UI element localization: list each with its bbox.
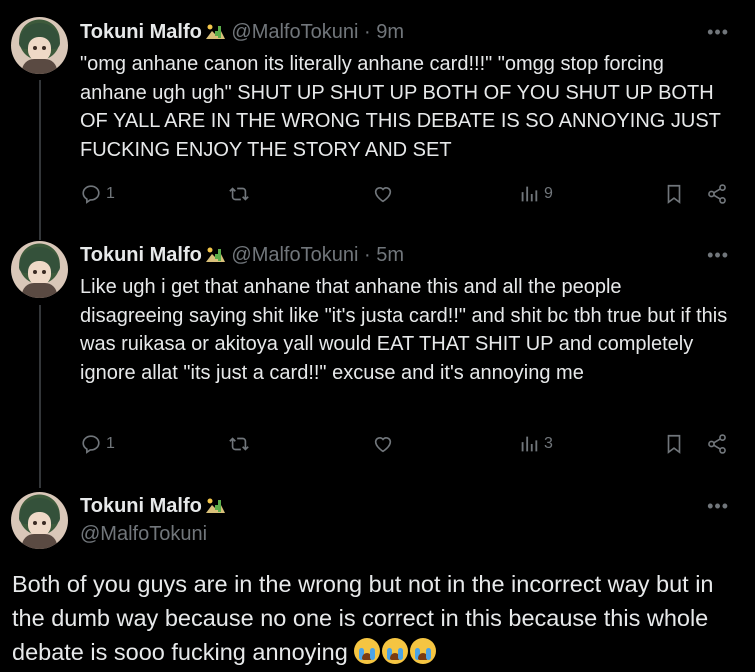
like-button[interactable] [372,183,394,205]
loudly-crying-face-icon [354,638,381,664]
bookmark-icon [667,434,681,454]
heart-icon [374,187,392,203]
reply-count: 1 [106,435,115,452]
bookmark-button[interactable] [663,433,685,455]
loudly-crying-face-icon [410,638,437,664]
reply-button[interactable]: 1 [80,183,115,205]
action-bar: 1 3 [80,433,730,459]
bookmark-button[interactable] [663,183,685,205]
avatar[interactable] [11,492,68,549]
views-count: 3 [544,435,553,452]
thread-line [39,305,41,488]
thread-line [39,80,41,240]
display-name[interactable]: Tokuni Malfo [80,495,202,517]
views-icon [521,186,538,202]
like-button[interactable] [372,433,394,455]
views-button[interactable]: 3 [518,433,553,455]
share-icon [708,184,726,204]
handle[interactable]: @MalfoTokuni [231,21,358,43]
reply-icon [82,435,100,454]
repost-button[interactable] [228,183,250,205]
views-icon [521,436,538,452]
views-count: 9 [544,185,553,202]
action-bar: 1 9 [80,183,730,209]
more-options-icon[interactable]: ••• [707,496,729,517]
reply-icon [82,185,100,204]
display-name[interactable]: Tokuni Malfo [80,244,202,266]
share-icon [708,434,726,454]
more-options-icon[interactable]: ••• [707,22,729,43]
bookmark-icon [667,184,681,204]
reply-button[interactable]: 1 [80,433,115,455]
views-button[interactable]: 9 [518,183,553,205]
share-button[interactable] [706,433,728,455]
reply-count: 1 [106,185,115,202]
repost-icon [229,187,249,201]
badge-icon [204,246,226,264]
badge-icon [204,497,226,515]
tweet-text: Like ugh i get that anhane that anhane t… [80,276,728,384]
handle[interactable]: @MalfoTokuni [231,244,358,266]
share-button[interactable] [706,183,728,205]
timestamp[interactable]: · 9m [364,21,404,43]
timestamp[interactable]: · 5m [364,244,404,266]
badge-icon [204,23,226,41]
avatar[interactable] [11,241,68,298]
avatar[interactable] [11,17,68,74]
repost-icon [229,437,249,451]
loudly-crying-face-icon [382,638,409,664]
repost-button[interactable] [228,433,250,455]
tweet-text: Both of you guys are in the wrong but no… [12,567,742,669]
display-name[interactable]: Tokuni Malfo [80,21,202,43]
heart-icon [374,437,392,453]
tweet-text: "omg anhane canon its literally anhane c… [80,53,721,161]
more-options-icon[interactable]: ••• [707,245,729,266]
handle[interactable]: @MalfoTokuni [80,523,207,545]
